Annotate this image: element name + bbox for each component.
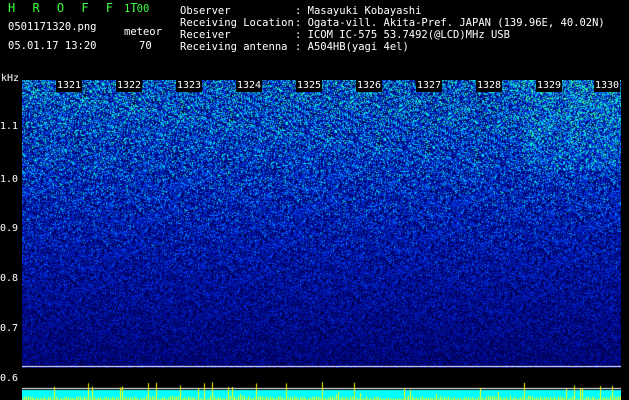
y-tick-label: 1.1 — [0, 121, 19, 132]
time-tick-label: 1327 — [416, 80, 443, 92]
signal-level-plot — [22, 368, 621, 400]
time-tick-label: 1324 — [236, 80, 263, 92]
y-tick-label: 0.9 — [0, 223, 19, 234]
receiver-value: : ICOM IC-575 53.7492(@LCD)MHz USB — [295, 29, 510, 41]
location-key: Receiving Location — [180, 17, 294, 29]
location-value: : Ogata-vill. Akita-Pref. JAPAN (139.96E… — [295, 17, 605, 29]
time-tick-label: 1321 — [56, 80, 83, 92]
time-tick-label: 1323 — [176, 80, 203, 92]
time-tick-label: 1330 — [594, 80, 621, 92]
mode-label: meteor — [124, 26, 162, 38]
time-tick-label: 1329 — [536, 80, 563, 92]
antenna-value: : A504HB(yagi 4el) — [295, 41, 409, 53]
filename-label: 0501171320.png — [8, 21, 97, 33]
frequency-axis: kHz 1.1 1.0 0.9 0.8 0.7 0.6 — [0, 73, 22, 400]
y-tick-label: 0.6 — [0, 373, 19, 384]
spectrogram-canvas — [22, 80, 621, 368]
observer-key: Observer — [180, 5, 231, 17]
datetime-label: 05.01.17 13:20 — [8, 40, 97, 52]
time-tick-label: 1326 — [356, 80, 383, 92]
receiver-key: Receiver — [180, 29, 231, 41]
app-version: 1.00 — [124, 3, 150, 15]
time-tick-label: 1328 — [476, 80, 503, 92]
antenna-key: Receiving antenna — [180, 41, 288, 53]
app-title: H R O F F T — [8, 1, 143, 15]
axis-unit-label: kHz — [1, 73, 20, 84]
count-label: 70 — [139, 40, 152, 52]
y-tick-label: 0.8 — [0, 273, 19, 284]
time-tick-label: 1322 — [116, 80, 143, 92]
observer-value: : Masayuki Kobayashi — [295, 5, 422, 17]
time-tick-label: 1325 — [296, 80, 323, 92]
y-tick-label: 1.0 — [0, 174, 19, 185]
y-tick-label: 0.7 — [0, 323, 19, 334]
header-panel: H R O F F T 1.00 0501171320.png meteor 0… — [0, 0, 629, 80]
